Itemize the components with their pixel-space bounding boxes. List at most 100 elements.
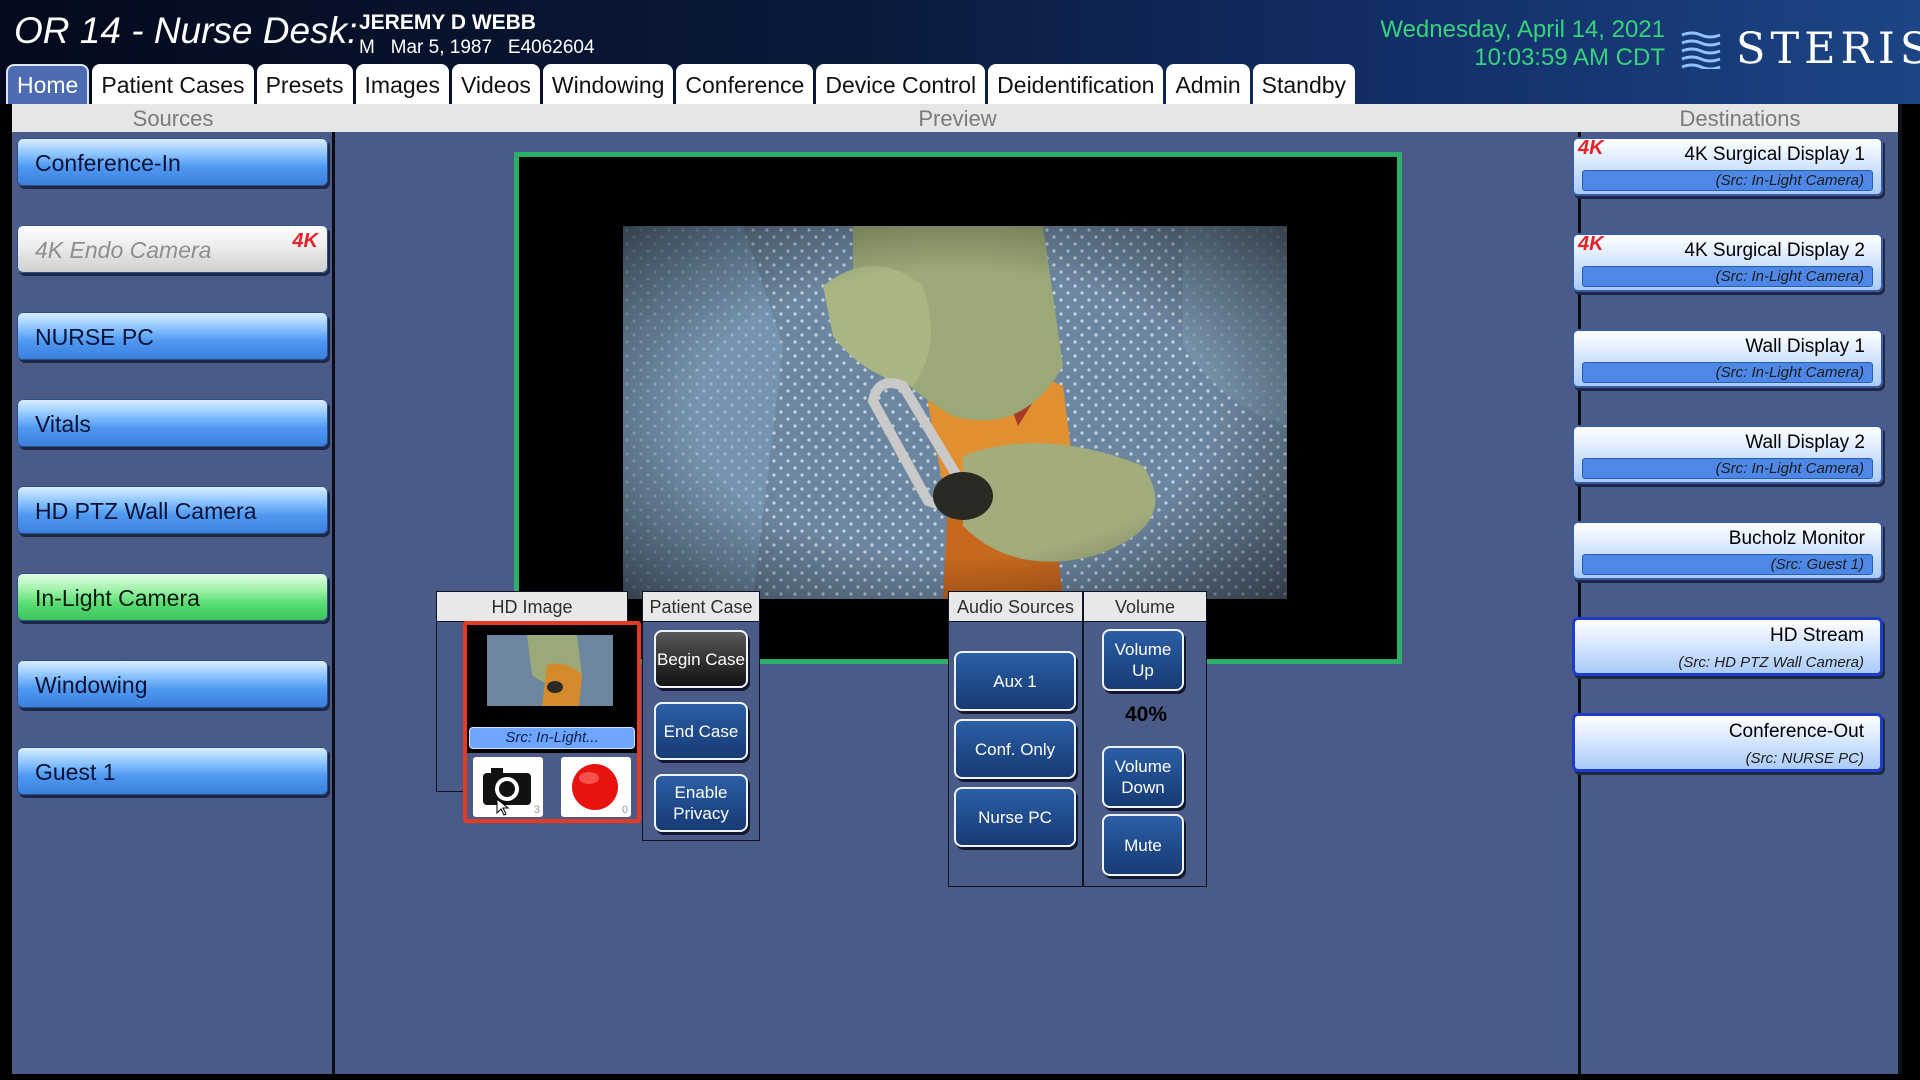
destination-conference-out[interactable]: Conference-Out (Src: NURSE PC) — [1572, 713, 1883, 772]
end-case-button[interactable]: End Case — [654, 702, 748, 760]
destination-4k-surgical-display-1[interactable]: 4K 4K Surgical Display 1 (Src: In-Light … — [1572, 137, 1883, 196]
source-conference-in[interactable]: Conference-In — [17, 138, 328, 186]
panel-heading: HD Image Capture/Record — [437, 592, 627, 647]
patient-case-panel: Patient Case Begin Case End Case Enable … — [642, 591, 760, 841]
main-tabs: Home Patient Cases Presets Images Videos… — [6, 64, 1356, 104]
mute-button[interactable]: Mute — [1102, 814, 1184, 876]
right-edge — [1898, 104, 1902, 1074]
panel-heading: Patient Case — [643, 592, 759, 622]
4k-badge: 4K — [1578, 233, 1604, 255]
destination-name: Conference-Out — [1728, 721, 1864, 742]
destination-source-bar: (Src: Guest 1) — [1582, 554, 1873, 575]
enable-privacy-button[interactable]: Enable Privacy — [654, 774, 748, 832]
brand-name: STERIS — [1736, 24, 1920, 74]
source-label: Windowing — [35, 672, 148, 698]
source-in-light-camera[interactable]: In-Light Camera — [17, 573, 328, 621]
destination-name: 4K Surgical Display 2 — [1684, 240, 1865, 261]
audio-nurse-pc-button[interactable]: Nurse PC — [954, 787, 1076, 847]
source-label: NURSE PC — [35, 324, 154, 350]
destination-name: 4K Surgical Display 1 — [1684, 144, 1865, 165]
audio-sources-panel: Audio Sources Aux 1 Conf. Only Nurse PC — [948, 591, 1083, 887]
patient-details: M Mar 5, 1987 E4062604 — [359, 37, 595, 58]
tab-images[interactable]: Images — [355, 64, 449, 104]
volume-down-button[interactable]: Volume Down — [1102, 746, 1184, 808]
destination-source: (Src: NURSE PC) — [1745, 750, 1864, 767]
source-nurse-pc[interactable]: NURSE PC — [17, 312, 328, 360]
destinations-heading: Destinations — [1679, 106, 1801, 131]
tab-home[interactable]: Home — [6, 64, 90, 104]
destination-source-bar: (Src: In-Light Camera) — [1582, 458, 1873, 479]
destination-source: (Src: In-Light Camera) — [1715, 364, 1864, 381]
surgical-scene-image — [623, 226, 1287, 599]
tab-videos[interactable]: Videos — [451, 64, 540, 104]
volume-panel: Volume Volume Up 40% Volume Down Mute — [1083, 591, 1207, 887]
panel-heading: Audio Sources — [949, 592, 1082, 622]
volume-level: 40% — [1124, 703, 1168, 726]
tab-standby[interactable]: Standby — [1252, 64, 1356, 104]
destination-source: (Src: Guest 1) — [1770, 556, 1864, 573]
source-4k-endo-camera[interactable]: 4K Endo Camera 4K — [17, 225, 328, 273]
source-guest-1[interactable]: Guest 1 — [17, 747, 328, 795]
source-hd-ptz-wall-camera[interactable]: HD PTZ Wall Camera — [17, 486, 328, 534]
destination-source: (Src: In-Light Camera) — [1715, 460, 1864, 477]
destination-wall-display-1[interactable]: Wall Display 1 (Src: In-Light Camera) — [1572, 329, 1883, 388]
begin-case-button[interactable]: Begin Case — [654, 630, 748, 688]
source-vitals[interactable]: Vitals — [17, 399, 328, 447]
source-label: 4K Endo Camera — [35, 237, 212, 263]
preview-window[interactable] — [514, 152, 1402, 664]
tab-windowing[interactable]: Windowing — [542, 64, 674, 104]
capture-preview: Src: In-Light... 3 0 — [463, 621, 641, 823]
source-label: Conference-In — [35, 150, 181, 176]
capture-source-label[interactable]: Src: In-Light... — [469, 727, 635, 749]
panel-heading: Volume — [1084, 592, 1206, 622]
destination-hd-stream[interactable]: HD Stream (Src: HD PTZ Wall Camera) — [1572, 617, 1883, 676]
source-label: Vitals — [35, 411, 91, 437]
source-windowing[interactable]: Windowing — [17, 660, 328, 708]
destination-name: HD Stream — [1770, 625, 1864, 646]
source-label: In-Light Camera — [35, 585, 200, 611]
record-icon — [572, 764, 618, 810]
destination-source: (Src: HD PTZ Wall Camera) — [1678, 654, 1864, 671]
snapshot-button[interactable]: 3 — [473, 757, 543, 817]
steris-logo: STERIS — [1680, 24, 1920, 74]
record-button[interactable]: 0 — [561, 757, 631, 817]
tab-presets[interactable]: Presets — [256, 64, 353, 104]
snapshot-count: 3 — [533, 804, 540, 816]
destination-source-bar: (Src: In-Light Camera) — [1582, 362, 1873, 383]
tab-device-control[interactable]: Device Control — [816, 64, 986, 104]
destination-wall-display-2[interactable]: Wall Display 2 (Src: In-Light Camera) — [1572, 425, 1883, 484]
surgical-video-feed — [623, 226, 1287, 599]
destination-source: (Src: In-Light Camera) — [1715, 172, 1864, 189]
record-count: 0 — [621, 804, 628, 816]
header-bar: OR 14 - Nurse Desk: JEREMY D WEBB M Mar … — [0, 0, 1920, 104]
source-label: Guest 1 — [35, 759, 116, 785]
tab-patient-cases[interactable]: Patient Cases — [92, 64, 254, 104]
destination-source: (Src: In-Light Camera) — [1715, 268, 1864, 285]
destination-4k-surgical-display-2[interactable]: 4K 4K Surgical Display 2 (Src: In-Light … — [1572, 233, 1883, 292]
capture-thumbnail — [487, 635, 613, 706]
4k-badge: 4K — [1578, 137, 1604, 159]
audio-conf-only-button[interactable]: Conf. Only — [954, 719, 1076, 779]
destination-source-bar: (Src: In-Light Camera) — [1582, 170, 1873, 191]
steris-wave-icon — [1681, 31, 1721, 69]
camera-icon — [483, 768, 531, 816]
tab-admin[interactable]: Admin — [1166, 64, 1250, 104]
patient-name: JEREMY D WEBB — [359, 11, 536, 34]
source-label: HD PTZ Wall Camera — [35, 498, 257, 524]
destination-source-bar: (Src: In-Light Camera) — [1582, 266, 1873, 287]
sources-divider — [332, 132, 335, 1074]
destination-name: Wall Display 1 — [1745, 336, 1865, 357]
sources-heading: Sources — [132, 106, 214, 131]
tab-deidentification[interactable]: Deidentification — [988, 64, 1164, 104]
4k-badge: 4K — [292, 230, 318, 252]
tab-conference[interactable]: Conference — [676, 64, 814, 104]
capture-controls: 3 0 — [467, 753, 637, 819]
preview-heading: Preview — [918, 106, 997, 131]
destination-bucholz-monitor[interactable]: Bucholz Monitor (Src: Guest 1) — [1572, 521, 1883, 580]
thumbnail-image — [487, 635, 613, 706]
current-time: 10:03:59 AM CDT — [1474, 44, 1665, 71]
current-date: Wednesday, April 14, 2021 — [1380, 16, 1665, 43]
volume-up-button[interactable]: Volume Up — [1102, 629, 1184, 691]
audio-aux-1-button[interactable]: Aux 1 — [954, 651, 1076, 711]
destination-name: Wall Display 2 — [1745, 432, 1865, 453]
